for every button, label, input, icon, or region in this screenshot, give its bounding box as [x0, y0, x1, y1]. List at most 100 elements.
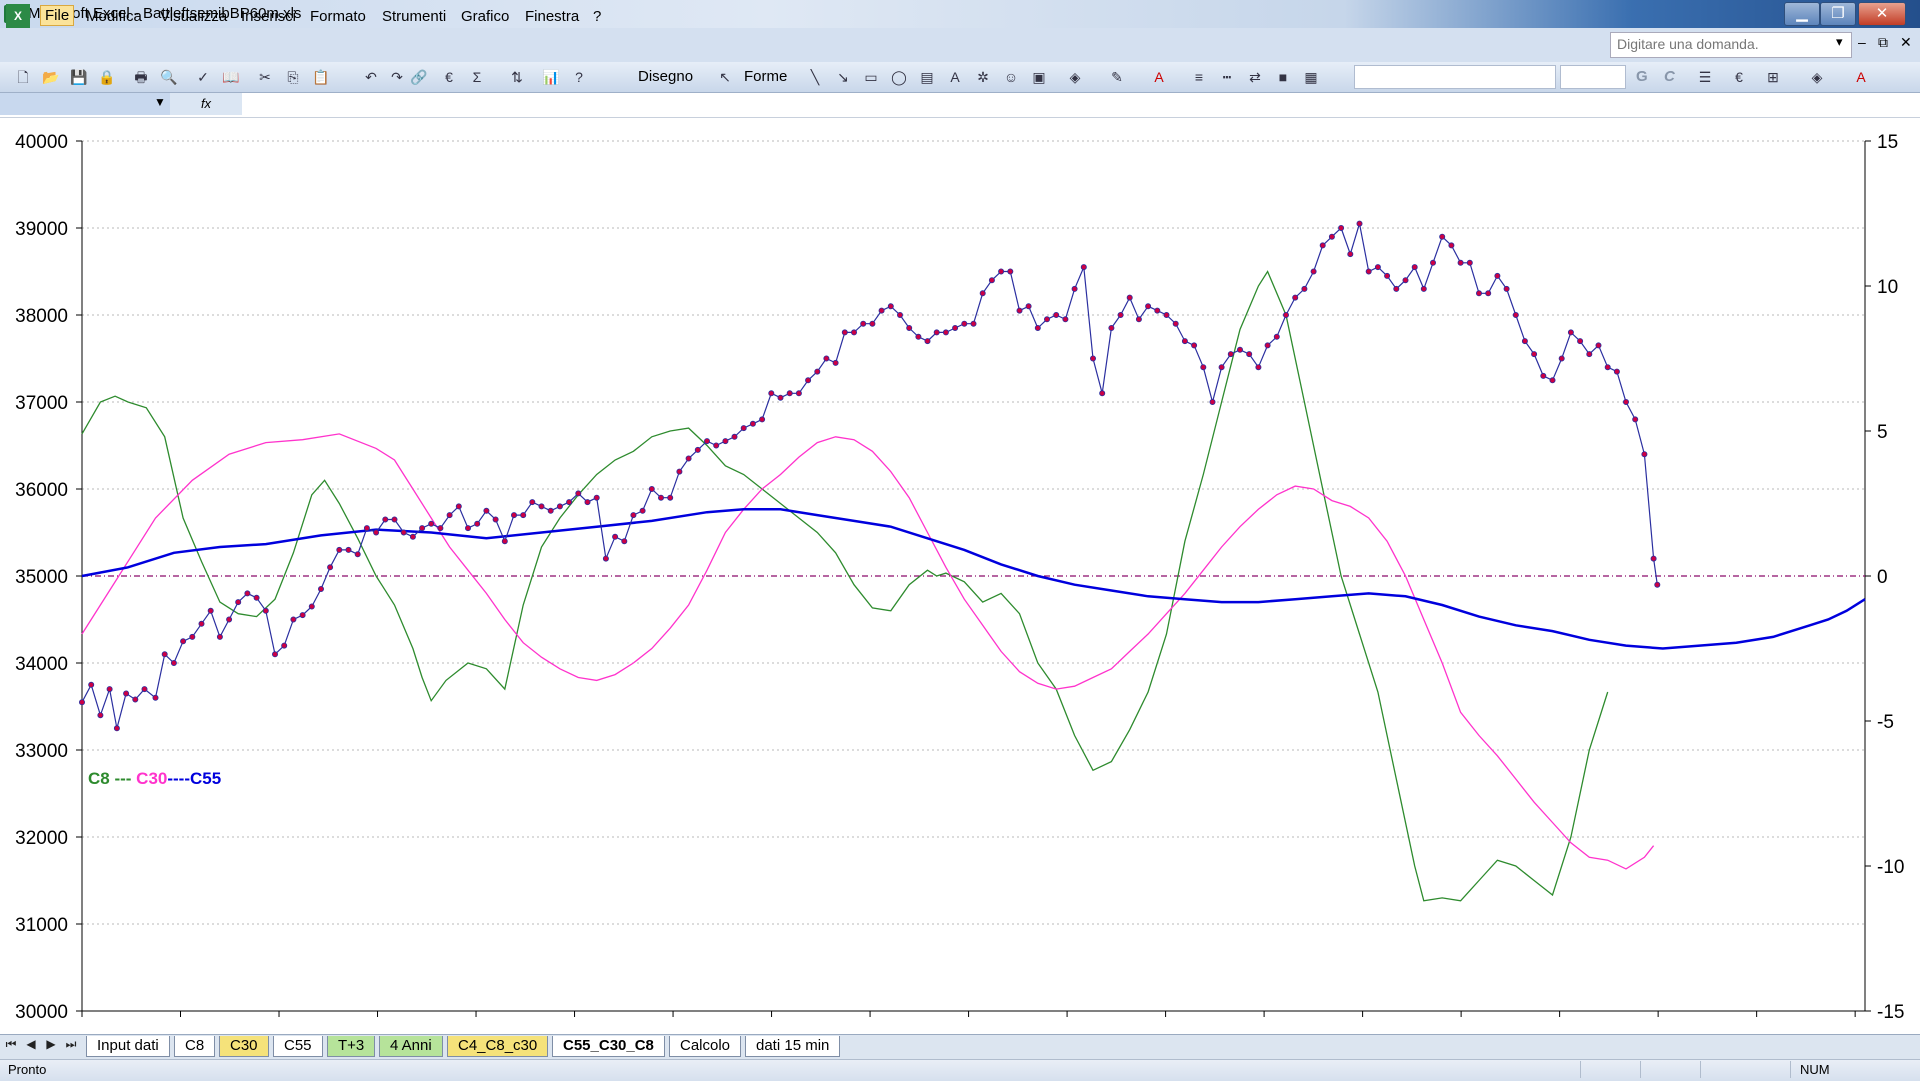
series-price-line[interactable]	[81, 223, 1658, 729]
borders-icon[interactable]: ⊞	[1764, 68, 1782, 86]
help-icon[interactable]: ?	[570, 68, 588, 86]
sort-icon[interactable]: ⇅	[508, 68, 526, 86]
price-marker	[1521, 338, 1528, 345]
sheet-tab-calcolo[interactable]: Calcolo	[669, 1036, 742, 1057]
autosum-icon[interactable]: Σ	[468, 68, 486, 86]
doc-restore-button[interactable]: ⧉	[1878, 34, 1888, 51]
undo-icon[interactable]: ↶	[362, 68, 380, 86]
sheet-tab-c55[interactable]: C55	[273, 1036, 323, 1057]
shapes-menu[interactable]: Forme	[744, 68, 787, 85]
price-marker	[88, 681, 95, 688]
last-sheet-icon[interactable]: ⏭	[64, 1037, 78, 1052]
align-icon[interactable]: ☰	[1696, 68, 1714, 86]
font-name-select[interactable]	[1354, 65, 1556, 89]
price-marker	[207, 607, 214, 614]
shadow-icon[interactable]: ■	[1274, 68, 1292, 86]
doc-close-button[interactable]: ✕	[1900, 34, 1912, 51]
price-marker	[1586, 351, 1593, 358]
cut-icon[interactable]: ✂	[256, 68, 274, 86]
cell-fill-icon[interactable]: ◈	[1808, 68, 1826, 86]
print-icon[interactable]: 🖶	[132, 68, 150, 86]
sheet-tab-c8[interactable]: C8	[174, 1036, 216, 1057]
minimize-button[interactable]: ▁	[1784, 2, 1820, 26]
arrow-tool-icon[interactable]: ↘	[834, 68, 852, 86]
dash-style-icon[interactable]: ┅	[1218, 68, 1236, 86]
3d-style-icon[interactable]: ▦	[1302, 68, 1320, 86]
rectangle-tool-icon[interactable]: ▭	[862, 68, 880, 86]
hyperlink-icon[interactable]: 🔗	[410, 68, 428, 86]
chart-area[interactable]: 30000 31000 32000 33000 34000 35000 36000 37000…	[0, 118, 1920, 1036]
chart-wizard-icon[interactable]: 📊	[542, 68, 560, 86]
menu-inserisci[interactable]: Inserisci	[241, 8, 296, 25]
price-marker	[123, 690, 130, 697]
sheet-tab-c4-c8-c30[interactable]: C4_C8_c30	[447, 1036, 549, 1057]
help-dropdown-icon[interactable]: ▾	[1836, 34, 1843, 50]
paste-icon[interactable]: 📋	[312, 68, 330, 86]
fill-color-icon[interactable]: ◈	[1066, 68, 1084, 86]
print-preview-icon[interactable]: 🔍	[160, 68, 178, 86]
left-axis-tick-labels: 30000 31000 32000 33000 34000 35000 36000 37000…	[15, 132, 68, 1023]
price-marker	[1384, 272, 1391, 279]
bold-button[interactable]: G	[1636, 68, 1648, 85]
sheet-tab-c55-c30-c8[interactable]: C55_C30_C8	[552, 1036, 665, 1057]
italic-button[interactable]: C	[1664, 68, 1675, 85]
line-style-icon[interactable]: ≡	[1190, 68, 1208, 86]
picture-icon[interactable]: ▣	[1030, 68, 1048, 86]
redo-icon[interactable]: ↷	[388, 68, 406, 86]
sheet-tab-dati-15-min[interactable]: dati 15 min	[745, 1036, 841, 1057]
menu-file[interactable]: File	[40, 5, 75, 26]
arrow-style-icon[interactable]: ⇄	[1246, 68, 1264, 86]
save-icon[interactable]: 💾	[70, 68, 88, 86]
help-search-input[interactable]: Digitare una domanda.	[1610, 32, 1852, 58]
font-size-select[interactable]	[1560, 65, 1626, 89]
sheet-tab-4-anni[interactable]: 4 Anni	[379, 1036, 443, 1057]
name-box-dropdown-icon[interactable]: ▼	[154, 95, 166, 109]
sheet-tab-c30[interactable]: C30	[219, 1036, 269, 1057]
sheet-tab-t-3[interactable]: T+3	[327, 1036, 376, 1057]
series-c55-line[interactable]	[81, 508, 1866, 650]
draw-menu[interactable]: Disegno	[638, 68, 693, 85]
euro-icon[interactable]: €	[1730, 68, 1748, 86]
menu-strumenti[interactable]: Strumenti	[382, 8, 446, 25]
spelling-icon[interactable]: ✓	[194, 68, 212, 86]
textbox-icon[interactable]: ▤	[918, 68, 936, 86]
menu-modifica[interactable]: Modifica	[86, 8, 142, 25]
next-sheet-icon[interactable]: ▶	[44, 1037, 58, 1051]
prev-sheet-icon[interactable]: ◀	[24, 1037, 38, 1051]
chart-legend[interactable]: C8 --- C30----C55	[88, 769, 221, 788]
doc-minimize-button[interactable]: –	[1858, 34, 1866, 50]
oval-tool-icon[interactable]: ◯	[890, 68, 908, 86]
line-tool-icon[interactable]: ╲	[806, 68, 824, 86]
new-icon[interactable]: 🗋	[14, 68, 32, 86]
wordart-icon[interactable]: A	[946, 68, 964, 86]
sheet-tab-input-dati[interactable]: Input dati	[86, 1036, 170, 1057]
diagram-icon[interactable]: ✲	[974, 68, 992, 86]
series-c8-line[interactable]	[81, 270, 1609, 902]
menu-visualizza[interactable]: Visualizza	[160, 8, 227, 25]
name-box[interactable]: ▼	[0, 93, 171, 115]
close-button[interactable]: ✕	[1858, 2, 1906, 26]
line-color-icon[interactable]: ✎	[1108, 68, 1126, 86]
currency-icon[interactable]: €	[440, 68, 458, 86]
price-marker	[226, 616, 233, 623]
workbook-icon[interactable]: X	[6, 4, 30, 28]
menu-formato[interactable]: Formato	[310, 8, 366, 25]
price-marker	[621, 538, 628, 545]
select-pointer-icon[interactable]: ↖	[716, 68, 734, 86]
series-c30-line[interactable]	[81, 433, 1655, 870]
menu-grafico[interactable]: Grafico	[461, 8, 509, 25]
research-icon[interactable]: 📖	[222, 68, 240, 86]
price-marker	[391, 516, 398, 523]
cell-font-color-icon[interactable]: A	[1852, 68, 1870, 86]
clipart-icon[interactable]: ☺	[1002, 68, 1020, 86]
copy-icon[interactable]: ⎘	[284, 68, 302, 86]
menu-finestra[interactable]: Finestra	[525, 8, 579, 25]
first-sheet-icon[interactable]: ⏮	[4, 1037, 18, 1052]
open-icon[interactable]: 📂	[42, 68, 60, 86]
insert-function-icon[interactable]: fx	[170, 93, 242, 115]
permission-icon[interactable]: 🔒	[98, 68, 116, 86]
font-color-icon[interactable]: A	[1150, 68, 1168, 86]
restore-button[interactable]: ❐	[1820, 2, 1856, 26]
menu-help[interactable]: ?	[593, 8, 601, 25]
price-marker	[878, 307, 885, 314]
